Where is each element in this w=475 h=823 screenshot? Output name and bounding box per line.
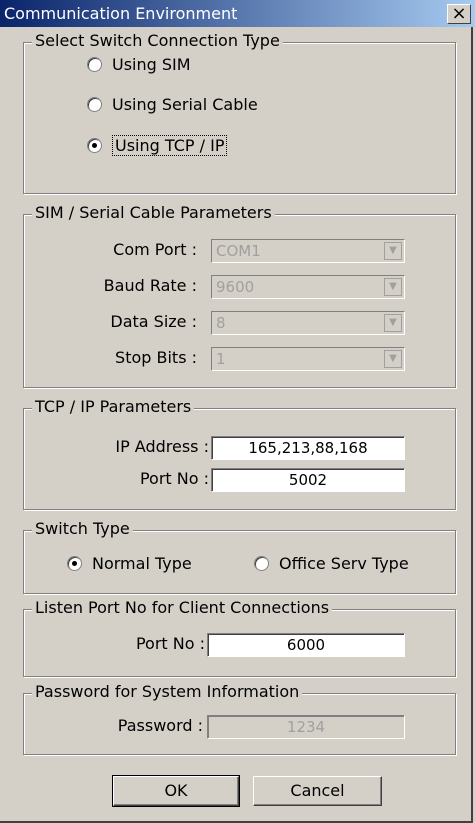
dialog-window: Communication Environment × Select Switc… bbox=[0, 0, 475, 823]
ok-button[interactable]: OK bbox=[112, 775, 240, 807]
radio-circle-icon bbox=[87, 57, 102, 72]
tcpip-params-legend: TCP / IP Parameters bbox=[32, 397, 195, 416]
listen-port-group: Listen Port No for Client Connections Po… bbox=[23, 598, 456, 677]
switch-type-legend: Switch Type bbox=[32, 519, 133, 538]
password-field[interactable]: 1234 bbox=[207, 715, 405, 739]
radio-circle-icon bbox=[87, 97, 102, 112]
baud-rate-value: 9600 bbox=[216, 278, 255, 296]
radio-label: Normal Type bbox=[92, 554, 192, 573]
radio-circle-icon bbox=[254, 556, 269, 571]
radio-selected-icon bbox=[87, 138, 102, 153]
serial-params-group: SIM / Serial Cable Parameters Com Port :… bbox=[23, 203, 456, 388]
tcp-port-label: Port No : bbox=[139, 469, 209, 488]
chevron-down-icon: ▼ bbox=[384, 278, 402, 296]
baud-rate-select[interactable]: 9600 ▼ bbox=[211, 275, 405, 299]
chevron-down-icon: ▼ bbox=[384, 314, 402, 332]
window-title: Communication Environment bbox=[4, 4, 238, 23]
connection-type-legend: Select Switch Connection Type bbox=[32, 31, 283, 50]
radio-using-serial[interactable]: Using Serial Cable bbox=[87, 95, 258, 114]
data-size-value: 8 bbox=[216, 314, 226, 332]
close-icon[interactable]: × bbox=[447, 4, 471, 24]
radio-office-serv-type[interactable]: Office Serv Type bbox=[254, 554, 409, 573]
radio-label: Office Serv Type bbox=[279, 554, 409, 573]
chevron-down-icon: ▼ bbox=[384, 350, 402, 368]
cancel-button[interactable]: Cancel bbox=[253, 776, 382, 806]
radio-label: Using SIM bbox=[112, 55, 191, 74]
com-port-label: Com Port : bbox=[113, 240, 197, 259]
radio-label: Using Serial Cable bbox=[112, 95, 258, 114]
listen-port-legend: Listen Port No for Client Connections bbox=[32, 598, 333, 617]
tcpip-params-group: TCP / IP Parameters IP Address : 165,213… bbox=[23, 397, 456, 510]
radio-using-tcpip[interactable]: Using TCP / IP bbox=[87, 135, 228, 156]
radio-normal-type[interactable]: Normal Type bbox=[67, 554, 192, 573]
listen-port-field[interactable]: 6000 bbox=[207, 633, 405, 657]
radio-using-sim[interactable]: Using SIM bbox=[87, 55, 191, 74]
password-group: Password for System Information Password… bbox=[23, 682, 456, 755]
ip-address-field[interactable]: 165,213,88,168 bbox=[211, 436, 405, 460]
chevron-down-icon: ▼ bbox=[384, 242, 402, 260]
baud-rate-label: Baud Rate : bbox=[103, 276, 197, 295]
tcp-port-field[interactable]: 5002 bbox=[211, 468, 405, 492]
data-size-label: Data Size : bbox=[110, 312, 197, 331]
radio-label: Using TCP / IP bbox=[112, 135, 228, 156]
connection-type-group: Select Switch Connection Type Using SIM … bbox=[23, 31, 456, 194]
password-legend: Password for System Information bbox=[32, 682, 303, 701]
radio-selected-icon bbox=[67, 556, 82, 571]
data-size-select[interactable]: 8 ▼ bbox=[211, 311, 405, 335]
com-port-select[interactable]: COM1 ▼ bbox=[211, 239, 405, 263]
password-label: Password : bbox=[117, 716, 203, 735]
switch-type-group: Switch Type Normal Type Office Serv Type bbox=[23, 519, 456, 594]
stop-bits-value: 1 bbox=[216, 350, 226, 368]
ip-address-label: IP Address : bbox=[115, 437, 209, 456]
serial-params-legend: SIM / Serial Cable Parameters bbox=[32, 203, 275, 222]
com-port-value: COM1 bbox=[216, 242, 261, 260]
listen-port-label: Port No : bbox=[135, 634, 205, 653]
title-bar[interactable]: Communication Environment × bbox=[0, 0, 475, 27]
stop-bits-label: Stop Bits : bbox=[115, 348, 197, 367]
stop-bits-select[interactable]: 1 ▼ bbox=[211, 347, 405, 371]
